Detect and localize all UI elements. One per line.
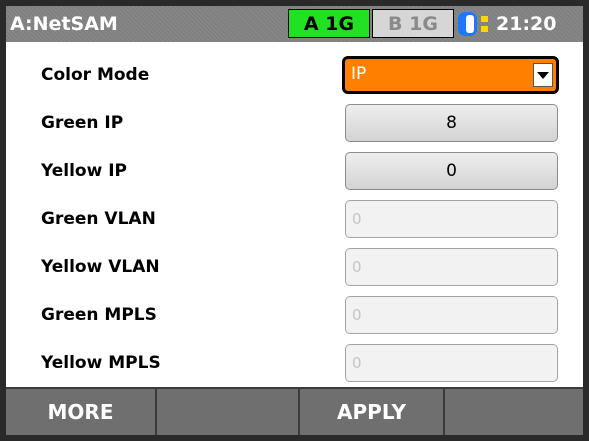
green-ip-button[interactable]: 8: [345, 104, 558, 142]
green-vlan-label: Green VLAN: [41, 209, 156, 229]
setting-row-green-mpls: Green MPLS 0: [6, 291, 583, 339]
softkey-4[interactable]: [445, 389, 583, 435]
green-mpls-field: 0: [345, 296, 558, 334]
green-mpls-label: Green MPLS: [41, 305, 157, 325]
chevron-down-icon[interactable]: [533, 63, 553, 87]
port-a-indicator[interactable]: A 1G: [288, 9, 370, 38]
apply-softkey[interactable]: APPLY: [300, 389, 445, 435]
color-mode-value: IP: [351, 64, 367, 84]
green-ip-label: Green IP: [41, 113, 124, 133]
setting-row-color-mode: Color Mode IP: [6, 51, 583, 99]
setting-row-green-vlan: Green VLAN 0: [6, 195, 583, 243]
setting-row-yellow-ip: Yellow IP 0: [6, 147, 583, 195]
green-vlan-field: 0: [345, 200, 558, 238]
color-mode-label: Color Mode: [41, 65, 150, 85]
setting-row-yellow-mpls: Yellow MPLS 0: [6, 339, 583, 387]
setting-row-yellow-vlan: Yellow VLAN 0: [6, 243, 583, 291]
yellow-mpls-field: 0: [345, 344, 558, 382]
app-title: A:NetSAM: [10, 13, 118, 35]
color-mode-select[interactable]: IP: [342, 56, 559, 94]
more-softkey[interactable]: MORE: [6, 389, 157, 435]
setting-row-green-ip: Green IP 8: [6, 99, 583, 147]
yellow-vlan-field: 0: [345, 248, 558, 286]
connector-status-icon: [456, 11, 492, 37]
device-screen: A:NetSAM A 1G B 1G 21:20 Color Mode IP G…: [6, 6, 583, 435]
port-b-indicator[interactable]: B 1G: [372, 9, 454, 38]
softkey-bar: MORE APPLY: [6, 387, 583, 435]
yellow-mpls-label: Yellow MPLS: [41, 353, 161, 373]
yellow-ip-label: Yellow IP: [41, 161, 128, 181]
clock: 21:20: [496, 13, 557, 35]
softkey-2[interactable]: [157, 389, 300, 435]
title-bar: A:NetSAM A 1G B 1G 21:20: [6, 6, 583, 42]
yellow-vlan-label: Yellow VLAN: [41, 257, 160, 277]
yellow-ip-button[interactable]: 0: [345, 152, 558, 190]
